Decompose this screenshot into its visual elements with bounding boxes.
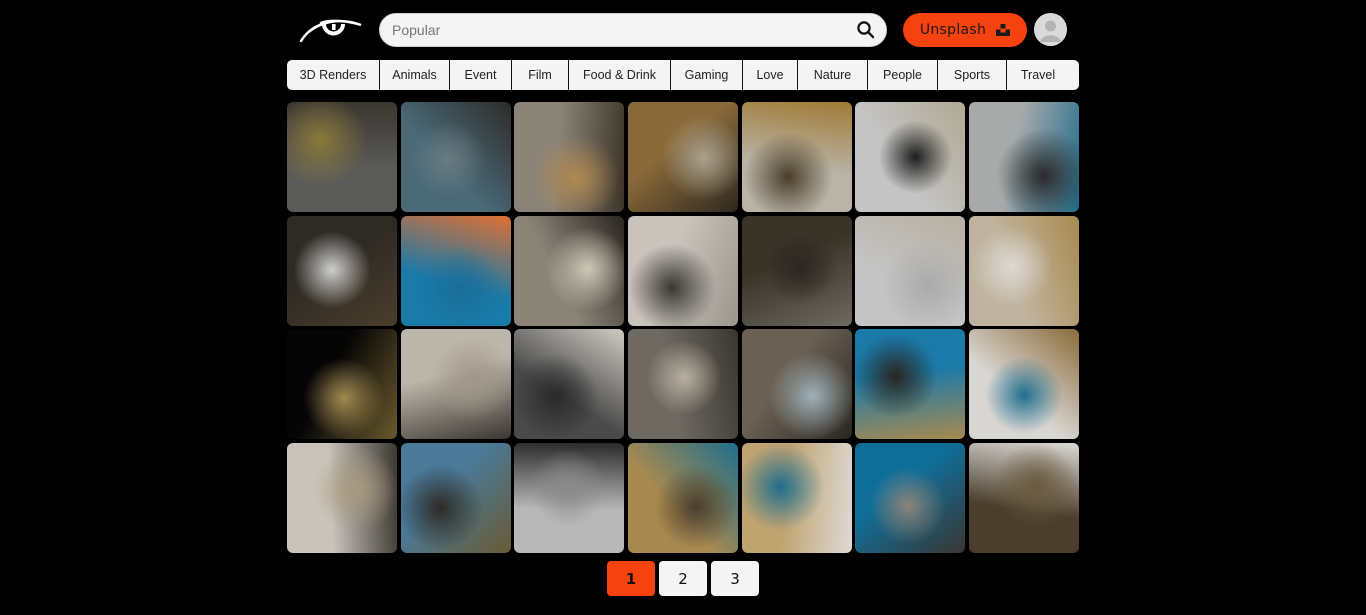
photo-tile[interactable] <box>741 442 852 553</box>
photo-tile[interactable] <box>400 329 511 440</box>
category-tab[interactable]: Love <box>743 60 798 90</box>
pagination: 123 <box>607 561 759 596</box>
photo-tile[interactable] <box>855 102 966 212</box>
search-bar <box>379 13 887 47</box>
photo-tile[interactable] <box>400 102 511 212</box>
photo-tile[interactable] <box>287 442 397 553</box>
photo-tile[interactable] <box>400 215 511 326</box>
photo-grid <box>287 102 1079 553</box>
unsplash-button-label: Unsplash <box>919 22 987 38</box>
photo-tile[interactable] <box>514 329 625 440</box>
eye-logo-icon[interactable] <box>299 15 363 45</box>
photo-tile[interactable] <box>741 215 852 326</box>
photo-tile[interactable] <box>627 329 738 440</box>
category-tab[interactable]: Sports <box>938 60 1007 90</box>
category-tab[interactable]: 3D Renders <box>287 60 380 90</box>
photo-tile[interactable] <box>855 215 966 326</box>
category-tab[interactable]: Gaming <box>671 60 743 90</box>
photo-tile[interactable] <box>287 329 397 440</box>
photo-tile[interactable] <box>514 215 625 326</box>
category-tab[interactable]: Food & Drink <box>569 60 671 90</box>
page-button[interactable]: 3 <box>711 561 759 596</box>
unsplash-icon <box>996 23 1011 37</box>
photo-tile[interactable] <box>514 442 625 553</box>
category-tab[interactable]: Nature <box>798 60 868 90</box>
photo-tile[interactable] <box>741 329 852 440</box>
photo-tile[interactable] <box>968 215 1079 326</box>
user-avatar[interactable] <box>1034 13 1067 46</box>
photo-tile[interactable] <box>741 102 852 212</box>
category-tab[interactable]: Travel <box>1007 60 1069 90</box>
photo-tile[interactable] <box>627 102 738 212</box>
search-input[interactable] <box>392 14 842 46</box>
photo-tile[interactable] <box>627 442 738 553</box>
photo-tile[interactable] <box>968 102 1079 212</box>
search-icon[interactable] <box>856 20 876 40</box>
photo-tile[interactable] <box>627 215 738 326</box>
category-tab[interactable]: Animals <box>380 60 450 90</box>
category-tab[interactable]: Event <box>450 60 512 90</box>
photo-tile[interactable] <box>400 442 511 553</box>
photo-tile[interactable] <box>514 102 625 212</box>
page-button[interactable]: 1 <box>607 561 655 596</box>
header: Unsplash <box>287 12 1079 48</box>
category-tab[interactable]: Film <box>512 60 569 90</box>
photo-tile[interactable] <box>855 329 966 440</box>
photo-tile[interactable] <box>287 102 397 212</box>
photo-tile[interactable] <box>855 442 966 553</box>
photo-tile[interactable] <box>968 329 1079 440</box>
category-bar: 3D Renders Animals Event Film Food & Drink Ga… <box>287 60 1079 90</box>
unsplash-button[interactable]: Unsplash <box>903 13 1027 47</box>
photo-tile[interactable] <box>287 215 397 326</box>
category-tab[interactable]: People <box>868 60 938 90</box>
page-button[interactable]: 2 <box>659 561 707 596</box>
photo-tile[interactable] <box>968 442 1079 553</box>
